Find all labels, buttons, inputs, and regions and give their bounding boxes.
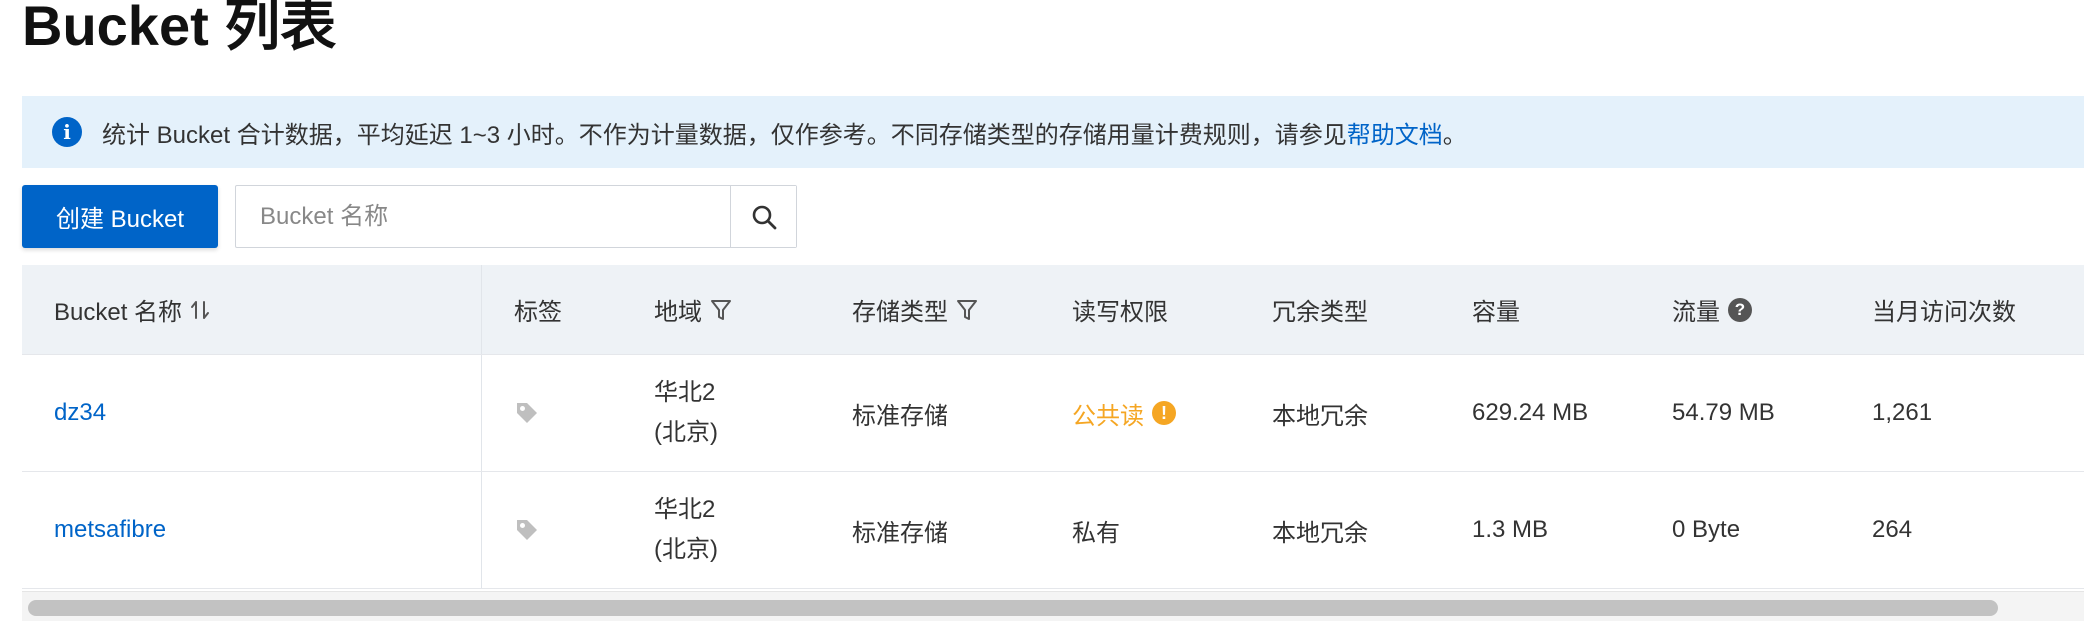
column-header-monthly-visits: 当月访问次数 <box>1872 265 2084 354</box>
region-text: 华北2 (北京) <box>654 379 718 446</box>
search-box <box>235 185 798 248</box>
cell-traffic: 54.79 MB <box>1672 355 1872 471</box>
cell-tag <box>482 355 652 471</box>
info-notice: i 统计 Bucket 合计数据，平均延迟 1~3 小时。不作为计量数据，仅作参… <box>22 96 2084 168</box>
page-title: Bucket 列表 <box>22 0 337 57</box>
search-input[interactable] <box>236 186 731 247</box>
column-header-redundancy: 冗余类型 <box>1272 265 1472 354</box>
column-label: 容量 <box>1472 299 1520 326</box>
toolbar: 创建 Bucket <box>22 185 798 248</box>
warning-icon[interactable]: ! <box>1152 401 1176 425</box>
column-label: 当月访问次数 <box>1872 299 2016 326</box>
help-icon[interactable]: ? <box>1728 297 1752 322</box>
column-header-capacity: 容量 <box>1472 265 1672 354</box>
acl-text: 私有 <box>1072 519 1120 547</box>
column-header-name[interactable]: Bucket 名称 <box>22 265 482 354</box>
table-row: metsafibre 华北2 (北京) 标准存储 私有 本地冗余 1.3 MB … <box>22 472 2084 589</box>
storage-class-text: 标准存储 <box>852 519 948 547</box>
filter-icon[interactable] <box>956 298 978 322</box>
cell-name: dz34 <box>22 355 482 471</box>
traffic-text: 0 Byte <box>1672 516 1741 543</box>
notice-text: 统计 Bucket 合计数据，平均延迟 1~3 小时。不作为计量数据，仅作参考。… <box>102 121 1347 149</box>
storage-class-text: 标准存储 <box>852 402 948 430</box>
search-button[interactable] <box>730 186 797 247</box>
column-header-tag: 标签 <box>482 265 652 354</box>
region-text: 华北2 (北京) <box>654 496 718 563</box>
cell-redundancy: 本地冗余 <box>1272 472 1472 588</box>
cell-storage-class: 标准存储 <box>852 355 1072 471</box>
bucket-link[interactable]: dz34 <box>54 399 106 427</box>
cell-traffic: 0 Byte <box>1672 472 1872 588</box>
sort-icon[interactable] <box>190 298 210 322</box>
column-header-region[interactable]: 地域 <box>652 265 852 354</box>
horizontal-scrollbar[interactable] <box>22 591 2084 621</box>
column-label: 冗余类型 <box>1272 299 1368 326</box>
notice-suffix: 。 <box>1442 121 1467 149</box>
visits-text: 1,261 <box>1872 399 1933 426</box>
capacity-text: 629.24 MB <box>1472 399 1589 426</box>
filter-icon[interactable] <box>710 298 732 322</box>
column-label: 标签 <box>514 299 562 326</box>
acl-status: 公共读 ! <box>1072 396 1176 431</box>
table-header: Bucket 名称 标签 地域 存储类型 读写权限 冗余类型 容量 流量 ? 当… <box>22 265 2084 355</box>
column-label: Bucket 名称 <box>54 299 183 326</box>
column-header-traffic: 流量 ? <box>1672 265 1872 354</box>
bucket-link[interactable]: metsafibre <box>54 516 166 544</box>
search-icon <box>752 205 776 229</box>
cell-region: 华北2 (北京) <box>652 472 852 588</box>
bucket-table: Bucket 名称 标签 地域 存储类型 读写权限 冗余类型 容量 流量 ? 当… <box>22 265 2084 589</box>
traffic-text: 54.79 MB <box>1672 399 1775 426</box>
info-icon: i <box>52 117 82 147</box>
column-header-storage-class[interactable]: 存储类型 <box>852 265 1072 354</box>
acl-text: 公共读 <box>1072 402 1144 430</box>
cell-capacity: 1.3 MB <box>1472 472 1672 588</box>
column-header-acl: 读写权限 <box>1072 265 1272 354</box>
redundancy-text: 本地冗余 <box>1272 402 1368 430</box>
scrollbar-thumb[interactable] <box>28 600 1998 616</box>
cell-redundancy: 本地冗余 <box>1272 355 1472 471</box>
cell-tag <box>482 472 652 588</box>
cell-region: 华北2 (北京) <box>652 355 852 471</box>
capacity-text: 1.3 MB <box>1472 516 1549 543</box>
cell-name: metsafibre <box>22 472 482 588</box>
cell-acl: 私有 <box>1072 472 1272 588</box>
column-label: 地域 <box>654 299 702 326</box>
cell-monthly-visits: 1,261 <box>1872 355 2084 471</box>
column-label: 流量 <box>1672 299 1720 326</box>
create-bucket-button[interactable]: 创建 Bucket <box>22 185 219 248</box>
cell-monthly-visits: 264 <box>1872 472 2084 588</box>
tag-icon[interactable] <box>514 517 540 543</box>
table-row: dz34 华北2 (北京) 标准存储 公共读 ! 本地冗余 629.24 MB <box>22 355 2084 472</box>
column-label: 存储类型 <box>852 299 948 326</box>
cell-storage-class: 标准存储 <box>852 472 1072 588</box>
tag-icon[interactable] <box>514 400 540 426</box>
cell-acl: 公共读 ! <box>1072 355 1272 471</box>
redundancy-text: 本地冗余 <box>1272 519 1368 547</box>
cell-capacity: 629.24 MB <box>1472 355 1672 471</box>
visits-text: 264 <box>1872 516 1913 543</box>
help-doc-link[interactable]: 帮助文档 <box>1347 115 1443 150</box>
column-label: 读写权限 <box>1072 299 1168 326</box>
